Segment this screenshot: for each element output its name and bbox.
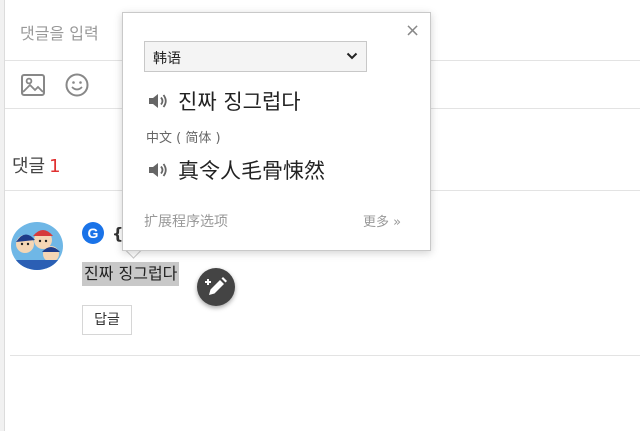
smiley-icon[interactable] (64, 72, 90, 98)
speaker-icon[interactable] (147, 160, 169, 180)
comment-count-number: 1 (49, 156, 61, 177)
target-language-label: 中文 ( 简体 ) (146, 131, 221, 146)
source-language-value: 韩语 (153, 51, 181, 67)
avatar[interactable] (11, 222, 63, 270)
reply-button[interactable]: 답글 (82, 305, 132, 335)
close-icon[interactable]: × (405, 21, 420, 41)
pencil-plus-icon[interactable] (197, 268, 235, 306)
chevron-down-icon (346, 52, 358, 60)
comment-text-selected[interactable]: 진짜 징그럽다 (82, 262, 180, 286)
translate-popup: × 韩语 진짜 징그럽다 中文 ( 简体 ) 真令人毛骨悚然 扩展程序选项 更多… (122, 12, 431, 251)
more-link[interactable]: 更多 » (363, 211, 401, 230)
divider (10, 355, 640, 356)
comment-input[interactable]: 댓글을 입력 (20, 20, 99, 44)
google-icon: G (82, 222, 104, 244)
source-language-select[interactable]: 韩语 (144, 41, 367, 72)
speaker-icon[interactable] (147, 91, 169, 111)
comment-count-label: 댓글 (12, 156, 46, 177)
translated-text: 真令人毛骨悚然 (178, 159, 325, 183)
image-icon[interactable] (20, 72, 46, 98)
comment-count-header: 댓글 1 (12, 152, 61, 178)
extension-options-link[interactable]: 扩展程序选项 (144, 211, 228, 231)
source-text: 진짜 징그럽다 (178, 90, 301, 114)
